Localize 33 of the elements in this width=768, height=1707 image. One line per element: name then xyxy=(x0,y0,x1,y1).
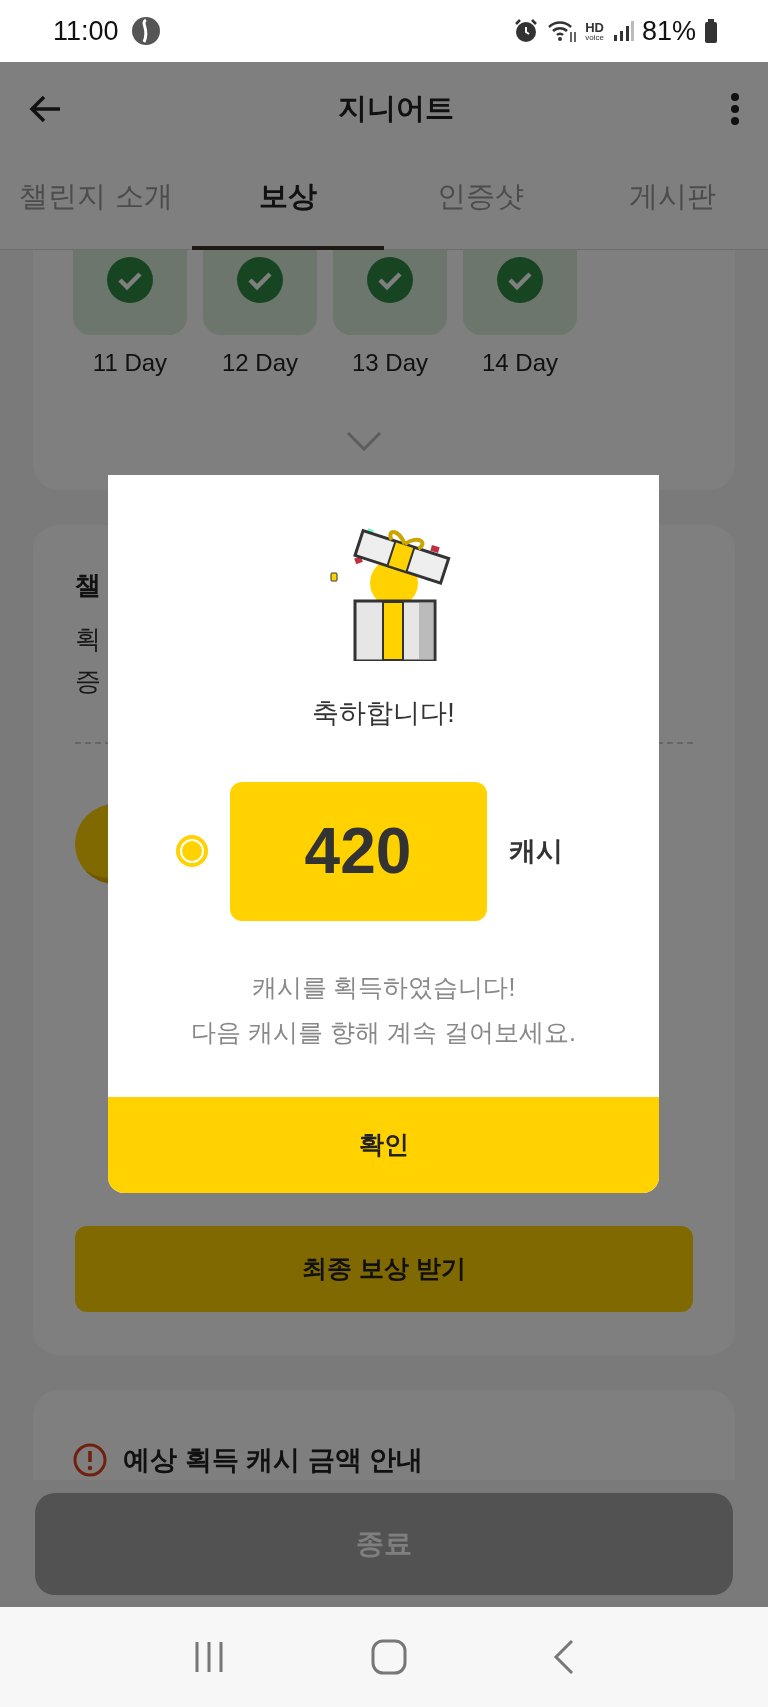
home-icon[interactable] xyxy=(371,1639,407,1675)
coin-icon xyxy=(174,834,209,868)
notice-title: 예상 획득 캐시 금액 안내 xyxy=(123,1443,423,1477)
battery-percentage: 81% xyxy=(641,14,696,48)
cash-unit-label: 캐시 xyxy=(508,834,563,868)
status-time: 11:00 xyxy=(53,14,119,48)
day-label: 14 Day xyxy=(480,348,559,378)
day-label: 11 Day xyxy=(91,348,169,378)
description-text: 획 xyxy=(75,623,101,656)
back-icon[interactable] xyxy=(553,1639,575,1675)
card-title: 챌 xyxy=(75,570,102,600)
check-icon xyxy=(497,257,543,303)
back-arrow-icon[interactable] xyxy=(28,93,62,124)
signal-icon xyxy=(611,19,634,43)
hd-voice-label: HD xyxy=(585,20,604,34)
check-icon xyxy=(107,257,153,303)
day-label: 13 Day xyxy=(350,348,429,378)
check-icon xyxy=(237,257,283,303)
confirm-button[interactable]: 확인 xyxy=(108,1097,659,1193)
hd-voice-label: voice xyxy=(585,33,604,42)
wifi-icon xyxy=(547,18,578,44)
reward-message: 캐시를 획득하였습니다! 다음 캐시를 향해 계속 걸어보세요. xyxy=(191,971,576,1048)
check-icon xyxy=(367,257,413,303)
congratulations-heading: 축하합니다! xyxy=(312,697,455,730)
more-options-icon[interactable] xyxy=(730,91,740,126)
cash-amount: 420 xyxy=(229,781,487,921)
screen-title: 지니어트 xyxy=(338,90,454,126)
battery-icon xyxy=(704,19,718,43)
recent-apps-icon[interactable] xyxy=(193,1640,225,1674)
day-label: 12 Day xyxy=(220,348,299,378)
description-text: 증 xyxy=(75,665,101,698)
warning-icon xyxy=(73,1443,107,1477)
final-reward-button[interactable]: 최종 보상 받기 xyxy=(75,1226,693,1312)
